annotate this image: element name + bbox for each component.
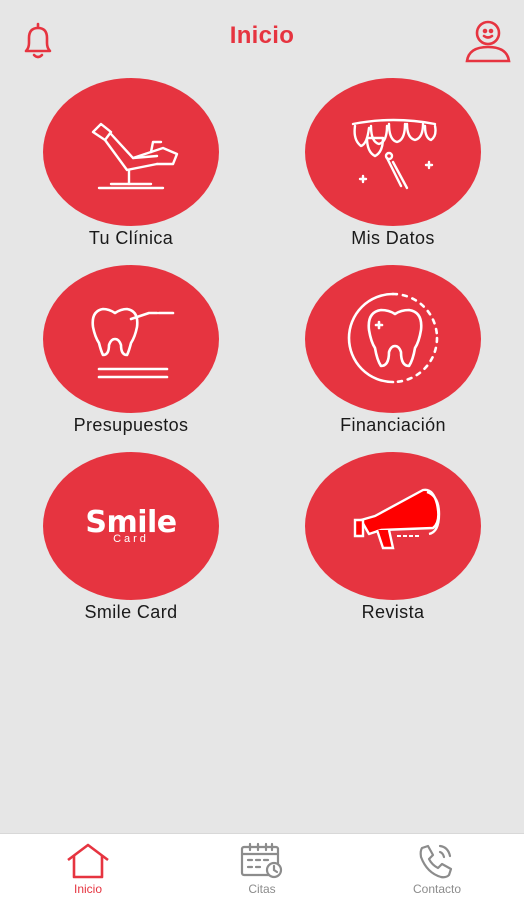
tile-presupuestos[interactable]: Presupuestos [41, 265, 221, 436]
nav-inicio[interactable]: Inicio [38, 842, 138, 896]
tile-tu-clinica[interactable]: Tu Clínica [41, 78, 221, 249]
tile-financiacion[interactable]: Financiación [303, 265, 483, 436]
tile-label: Smile Card [84, 602, 178, 622]
megaphone-icon [305, 452, 481, 600]
smile-card-logo: Smile Card [43, 452, 219, 600]
tooth-financing-icon [305, 265, 481, 413]
calendar-icon [240, 842, 283, 879]
tile-label: Revista [361, 602, 425, 622]
nav-citas[interactable]: Citas [212, 842, 312, 896]
phone-icon [419, 844, 453, 879]
header: Inicio [0, 0, 524, 78]
tile-revista[interactable]: Revista [303, 452, 483, 623]
tile-label: Presupuestos [73, 415, 189, 435]
tile-label: Tu Clínica [88, 228, 174, 248]
tile-label: Mis Datos [351, 228, 435, 248]
bottom-navigation: Inicio Citas Contacto [0, 833, 524, 900]
user-profile-icon[interactable] [462, 18, 514, 64]
nav-label: Citas [248, 882, 276, 896]
page-title: Inicio [229, 22, 295, 49]
teeth-icon [305, 78, 481, 226]
dental-chair-icon [43, 78, 219, 226]
home-icon [67, 843, 109, 879]
tooth-budget-icon [43, 265, 219, 413]
tile-smile-card[interactable]: Smile Card Smile Card [41, 452, 221, 623]
tile-mis-datos[interactable]: Mis Datos [303, 78, 483, 249]
tile-label: Financiación [340, 415, 446, 435]
nav-contacto[interactable]: Contacto [387, 842, 487, 896]
nav-label: Contacto [412, 882, 462, 896]
nav-label: Inicio [73, 882, 102, 896]
